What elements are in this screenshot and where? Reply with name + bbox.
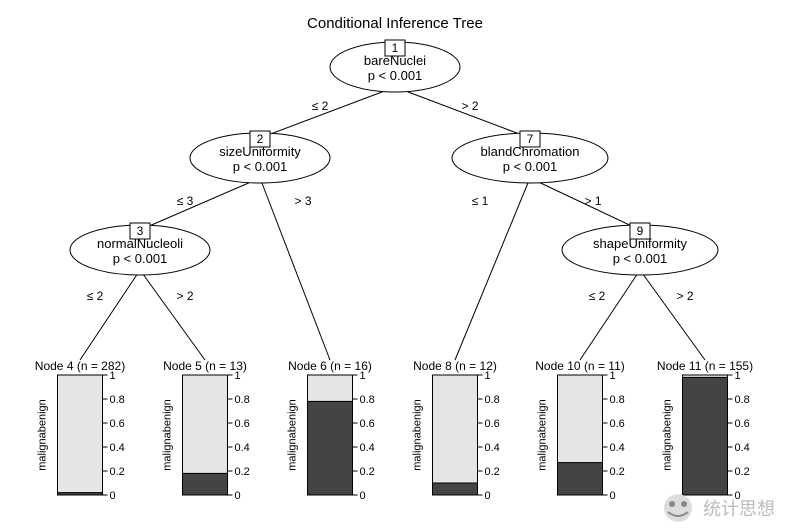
tick-label: 1 xyxy=(485,370,491,382)
svg-text:normalNucleoli: normalNucleoli xyxy=(97,236,183,251)
tick-label: 0.6 xyxy=(110,418,125,430)
tick-label: 0.8 xyxy=(735,394,750,406)
edge-7-right: > 1 xyxy=(584,194,601,208)
tick-label: 0.4 xyxy=(110,442,125,454)
leaf-ylabel: malignabenign xyxy=(162,399,174,471)
tick-label: 1 xyxy=(110,370,116,382)
tick-label: 0.4 xyxy=(360,442,375,454)
svg-text:p < 0.001: p < 0.001 xyxy=(613,251,668,266)
svg-text:p < 0.001: p < 0.001 xyxy=(368,68,423,83)
tick-label: 0.6 xyxy=(610,418,625,430)
tick-label: 0.8 xyxy=(485,394,500,406)
tick-label: 0 xyxy=(610,490,616,502)
tick-label: 0 xyxy=(360,490,366,502)
tick-label: 0.6 xyxy=(735,418,750,430)
edge-2-left: ≤ 3 xyxy=(177,194,194,208)
tick-label: 0.6 xyxy=(235,418,250,430)
tick-label: 0 xyxy=(485,490,491,502)
edge-3-left: ≤ 2 xyxy=(87,289,104,303)
leaf-ylabel: malignabenign xyxy=(537,399,549,471)
tick-label: 0.2 xyxy=(235,466,250,478)
tick-label: 0.2 xyxy=(360,466,375,478)
watermark: 统计思想 xyxy=(664,494,775,522)
leaf-ylabel: malignabenign xyxy=(662,399,674,471)
edge-3-right: > 2 xyxy=(176,289,193,303)
svg-text:统计思想: 统计思想 xyxy=(703,499,775,519)
svg-text:p < 0.001: p < 0.001 xyxy=(233,159,288,174)
tick-label: 0.6 xyxy=(485,418,500,430)
tick-label: 1 xyxy=(360,370,366,382)
edge-2-right: > 3 xyxy=(294,194,311,208)
edge-9-left: ≤ 2 xyxy=(589,289,606,303)
tick-label: 0.4 xyxy=(485,442,500,454)
leaf-ylabel: malignabenign xyxy=(37,399,49,471)
tick-label: 0.8 xyxy=(360,394,375,406)
tick-label: 0.4 xyxy=(735,442,750,454)
chart-title: Conditional Inference Tree xyxy=(307,15,483,32)
svg-text:blandChromation: blandChromation xyxy=(480,144,579,159)
edge-9-right: > 2 xyxy=(676,289,693,303)
edge-1-right: > 2 xyxy=(461,99,478,113)
leaf-ylabel: malignabenign xyxy=(412,399,424,471)
tick-label: 0.8 xyxy=(610,394,625,406)
tick-label: 0.4 xyxy=(610,442,625,454)
tick-label: 1 xyxy=(735,370,741,382)
tick-label: 0.8 xyxy=(110,394,125,406)
tick-label: 1 xyxy=(235,370,241,382)
tick-label: 0.6 xyxy=(360,418,375,430)
tick-label: 0.2 xyxy=(735,466,750,478)
leaf-ylabel: malignabenign xyxy=(287,399,299,471)
tick-label: 0 xyxy=(110,490,116,502)
tick-label: 0.4 xyxy=(235,442,250,454)
svg-text:p < 0.001: p < 0.001 xyxy=(503,159,558,174)
tick-label: 0.2 xyxy=(485,466,500,478)
tick-label: 0 xyxy=(235,490,241,502)
tick-label: 0.2 xyxy=(110,466,125,478)
svg-text:shapeUniformity: shapeUniformity xyxy=(593,236,687,251)
svg-text:sizeUniformity: sizeUniformity xyxy=(219,144,301,159)
edge-1-left: ≤ 2 xyxy=(312,99,329,113)
svg-text:bareNuclei: bareNuclei xyxy=(364,53,426,68)
tick-label: 1 xyxy=(610,370,616,382)
edge-7-left: ≤ 1 xyxy=(472,194,489,208)
tick-label: 0.2 xyxy=(610,466,625,478)
tick-label: 0.8 xyxy=(235,394,250,406)
svg-text:p < 0.001: p < 0.001 xyxy=(113,251,168,266)
